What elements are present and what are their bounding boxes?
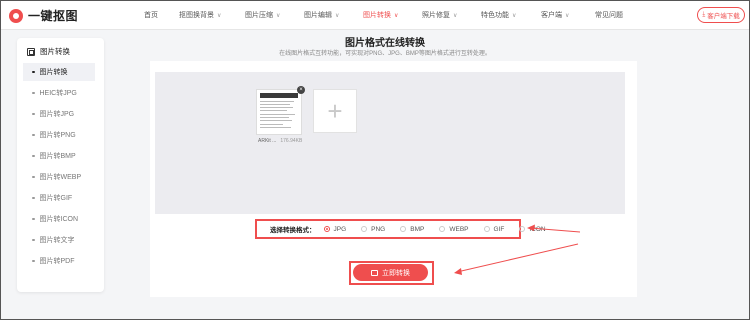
format-label: 选择转换格式：	[270, 227, 316, 234]
client-download-button[interactable]: ⤓ 客户端下载	[697, 7, 745, 23]
bullet-icon	[32, 217, 35, 221]
nav-item-edit[interactable]: 图片编辑 ∨	[304, 10, 339, 20]
radio-icon	[323, 226, 330, 232]
remove-image-icon[interactable]: ×	[297, 86, 305, 94]
sidebar-item-to-icon[interactable]: 图片转ICON	[23, 210, 95, 228]
sidebar: 图片转换 图片转换 HEIC转JPG 图片转JPG 图片转PNG 图片转BMP …	[17, 38, 104, 292]
nav-item-restore[interactable]: 照片修复 ∨	[422, 10, 457, 20]
convert-now-button[interactable]: 立即转换	[353, 264, 428, 281]
format-radio-webp[interactable]: WEBP	[439, 226, 469, 233]
format-selector: 选择转换格式： JPG PNG BMP WEBP GIF ICON	[255, 219, 546, 239]
sidebar-item-to-text[interactable]: 图片转文字	[23, 231, 95, 249]
format-radio-icon[interactable]: ICON	[519, 226, 546, 233]
sidebar-item-heic-to-jpg[interactable]: HEIC转JPG	[23, 84, 95, 102]
bullet-icon	[32, 70, 35, 74]
format-radio-bmp[interactable]: BMP	[400, 226, 424, 233]
sidebar-item-to-pdf[interactable]: 图片转PDF	[23, 252, 95, 270]
bullet-icon	[32, 175, 35, 179]
sidebar-item-to-gif[interactable]: 图片转GIF	[23, 189, 95, 207]
brand-name: 一键抠图	[28, 9, 79, 23]
brand-logo[interactable]: 一键抠图	[9, 7, 78, 24]
sidebar-title: 图片转换	[27, 46, 70, 57]
radio-icon	[400, 226, 407, 232]
sidebar-item-to-webp[interactable]: 图片转WEBP	[23, 168, 95, 186]
bullet-icon	[32, 259, 35, 263]
plus-icon: +	[327, 96, 343, 126]
nav-item-compress[interactable]: 图片压缩 ∨	[245, 10, 280, 20]
upload-area[interactable]	[155, 72, 625, 214]
top-navigation: 一键抠图 首页 抠图换背景 ∨ 图片压缩 ∨ 图片编辑 ∨ 图片转换 ∨ 照片修复 ∨ 特…	[1, 1, 749, 30]
bullet-icon	[32, 238, 35, 242]
radio-icon	[483, 226, 490, 232]
logo-icon	[9, 8, 23, 23]
nav-item-convert[interactable]: 图片转换 ∨	[363, 10, 398, 20]
format-radio-jpg[interactable]: JPG	[323, 226, 346, 233]
format-radio-gif[interactable]: GIF	[483, 226, 504, 233]
convert-icon	[371, 269, 378, 276]
sidebar-item-to-bmp[interactable]: 图片转BMP	[23, 147, 95, 165]
chevron-down-icon: ∨	[217, 13, 222, 19]
uploaded-image-thumbnail[interactable]	[256, 89, 302, 135]
sidebar-item-image-convert[interactable]: 图片转换	[23, 63, 95, 81]
chevron-down-icon: ∨	[512, 13, 517, 19]
page-subtitle: 在线图片格式互转功能，可实现对PNG、JPG、BMP等图片格式进行互转处理。	[279, 51, 491, 57]
nav-item-home[interactable]: 首页	[144, 10, 158, 20]
image-convert-icon	[27, 47, 35, 56]
nav-item-faq[interactable]: 常见问题	[595, 10, 623, 20]
file-size: 176.94KB	[280, 138, 303, 144]
chevron-down-icon: ∨	[335, 13, 340, 19]
chevron-down-icon: ∨	[453, 13, 458, 19]
radio-icon	[519, 226, 526, 232]
nav-item-features[interactable]: 特色功能 ∨	[481, 10, 516, 20]
bullet-icon	[32, 196, 35, 200]
radio-icon	[361, 226, 368, 232]
radio-icon	[439, 226, 446, 232]
nav-item-client[interactable]: 客户端 ∨	[541, 10, 569, 20]
sidebar-item-to-png[interactable]: 图片转PNG	[23, 126, 95, 144]
bullet-icon	[32, 112, 35, 116]
format-radio-png[interactable]: PNG	[361, 226, 385, 233]
chevron-down-icon: ∨	[565, 13, 570, 19]
download-icon: ⤓	[702, 11, 706, 18]
chevron-down-icon: ∨	[394, 13, 399, 19]
bullet-icon	[32, 91, 35, 95]
nav-item-cutout[interactable]: 抠图换背景 ∨	[179, 10, 221, 20]
page-title: 图片格式在线转换	[345, 38, 425, 49]
add-image-button[interactable]: +	[313, 89, 357, 133]
file-name: ARKit ...	[258, 138, 277, 144]
chevron-down-icon: ∨	[276, 13, 281, 19]
sidebar-item-to-jpg[interactable]: 图片转JPG	[23, 105, 95, 123]
file-caption: ARKit ... 176.94KB	[258, 138, 302, 144]
bullet-icon	[32, 133, 35, 137]
bullet-icon	[32, 154, 35, 158]
